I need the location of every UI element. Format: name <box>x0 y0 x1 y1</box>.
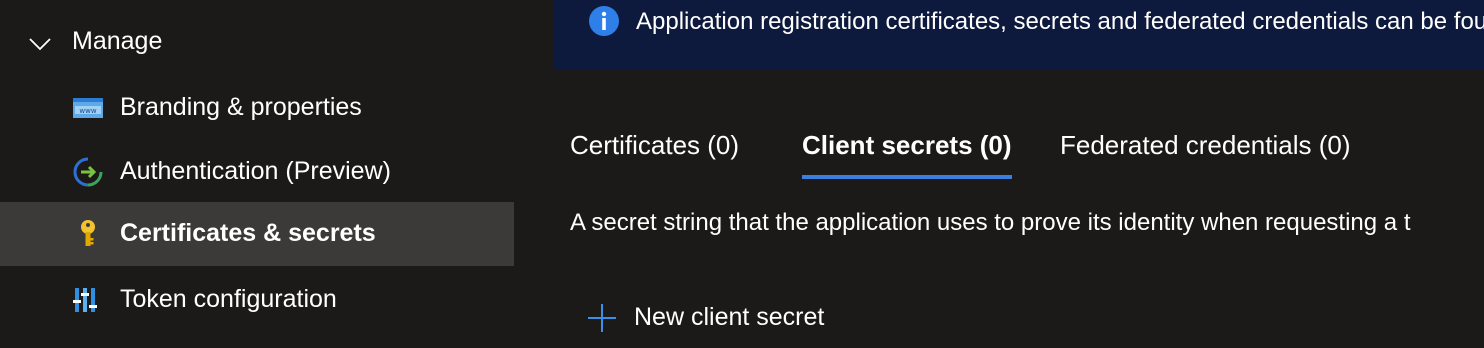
tab-client-secrets[interactable]: Client secrets (0) <box>802 128 1012 162</box>
branding-www-icon: www <box>73 98 103 118</box>
new-client-secret-button[interactable]: New client secret <box>584 296 844 340</box>
chevron-down-icon[interactable] <box>28 32 52 56</box>
main-content: Application registration certificates, s… <box>554 0 1484 348</box>
tab-federated-credentials[interactable]: Federated credentials (0) <box>1060 128 1350 162</box>
manage-section-header[interactable]: Manage <box>0 12 514 70</box>
new-client-secret-label: New client secret <box>634 303 825 331</box>
sidebar-item-certificates-secrets[interactable]: Certificates & secrets <box>0 202 514 266</box>
sidebar-item-label: Authentication (Preview) <box>120 157 391 185</box>
info-banner: Application registration certificates, s… <box>554 0 1484 70</box>
sidebar-item-label: Certificates & secrets <box>120 219 376 247</box>
client-secrets-description: A secret string that the application use… <box>570 209 1411 236</box>
plus-icon <box>588 304 616 332</box>
banner-text: Application registration certificates, s… <box>636 8 1484 35</box>
authentication-arrow-icon <box>73 157 103 187</box>
manage-section-label: Manage <box>72 27 163 55</box>
sidebar-item-branding[interactable]: www Branding & properties <box>0 76 514 140</box>
sidebar: Manage www Branding & properties Authent… <box>0 0 514 348</box>
sidebar-item-authentication[interactable]: Authentication (Preview) <box>0 140 514 204</box>
active-tab-indicator <box>802 175 1012 179</box>
key-icon <box>81 220 95 246</box>
sidebar-item-label: Token configuration <box>120 285 337 313</box>
sidebar-item-token-configuration[interactable]: Token configuration <box>0 268 514 332</box>
app-root: Manage www Branding & properties Authent… <box>0 0 1484 348</box>
svg-text:www: www <box>79 107 96 115</box>
tab-certificates[interactable]: Certificates (0) <box>570 128 739 162</box>
token-bars-icon <box>73 288 97 312</box>
info-icon <box>589 6 619 36</box>
sidebar-item-label: Branding & properties <box>120 93 362 121</box>
